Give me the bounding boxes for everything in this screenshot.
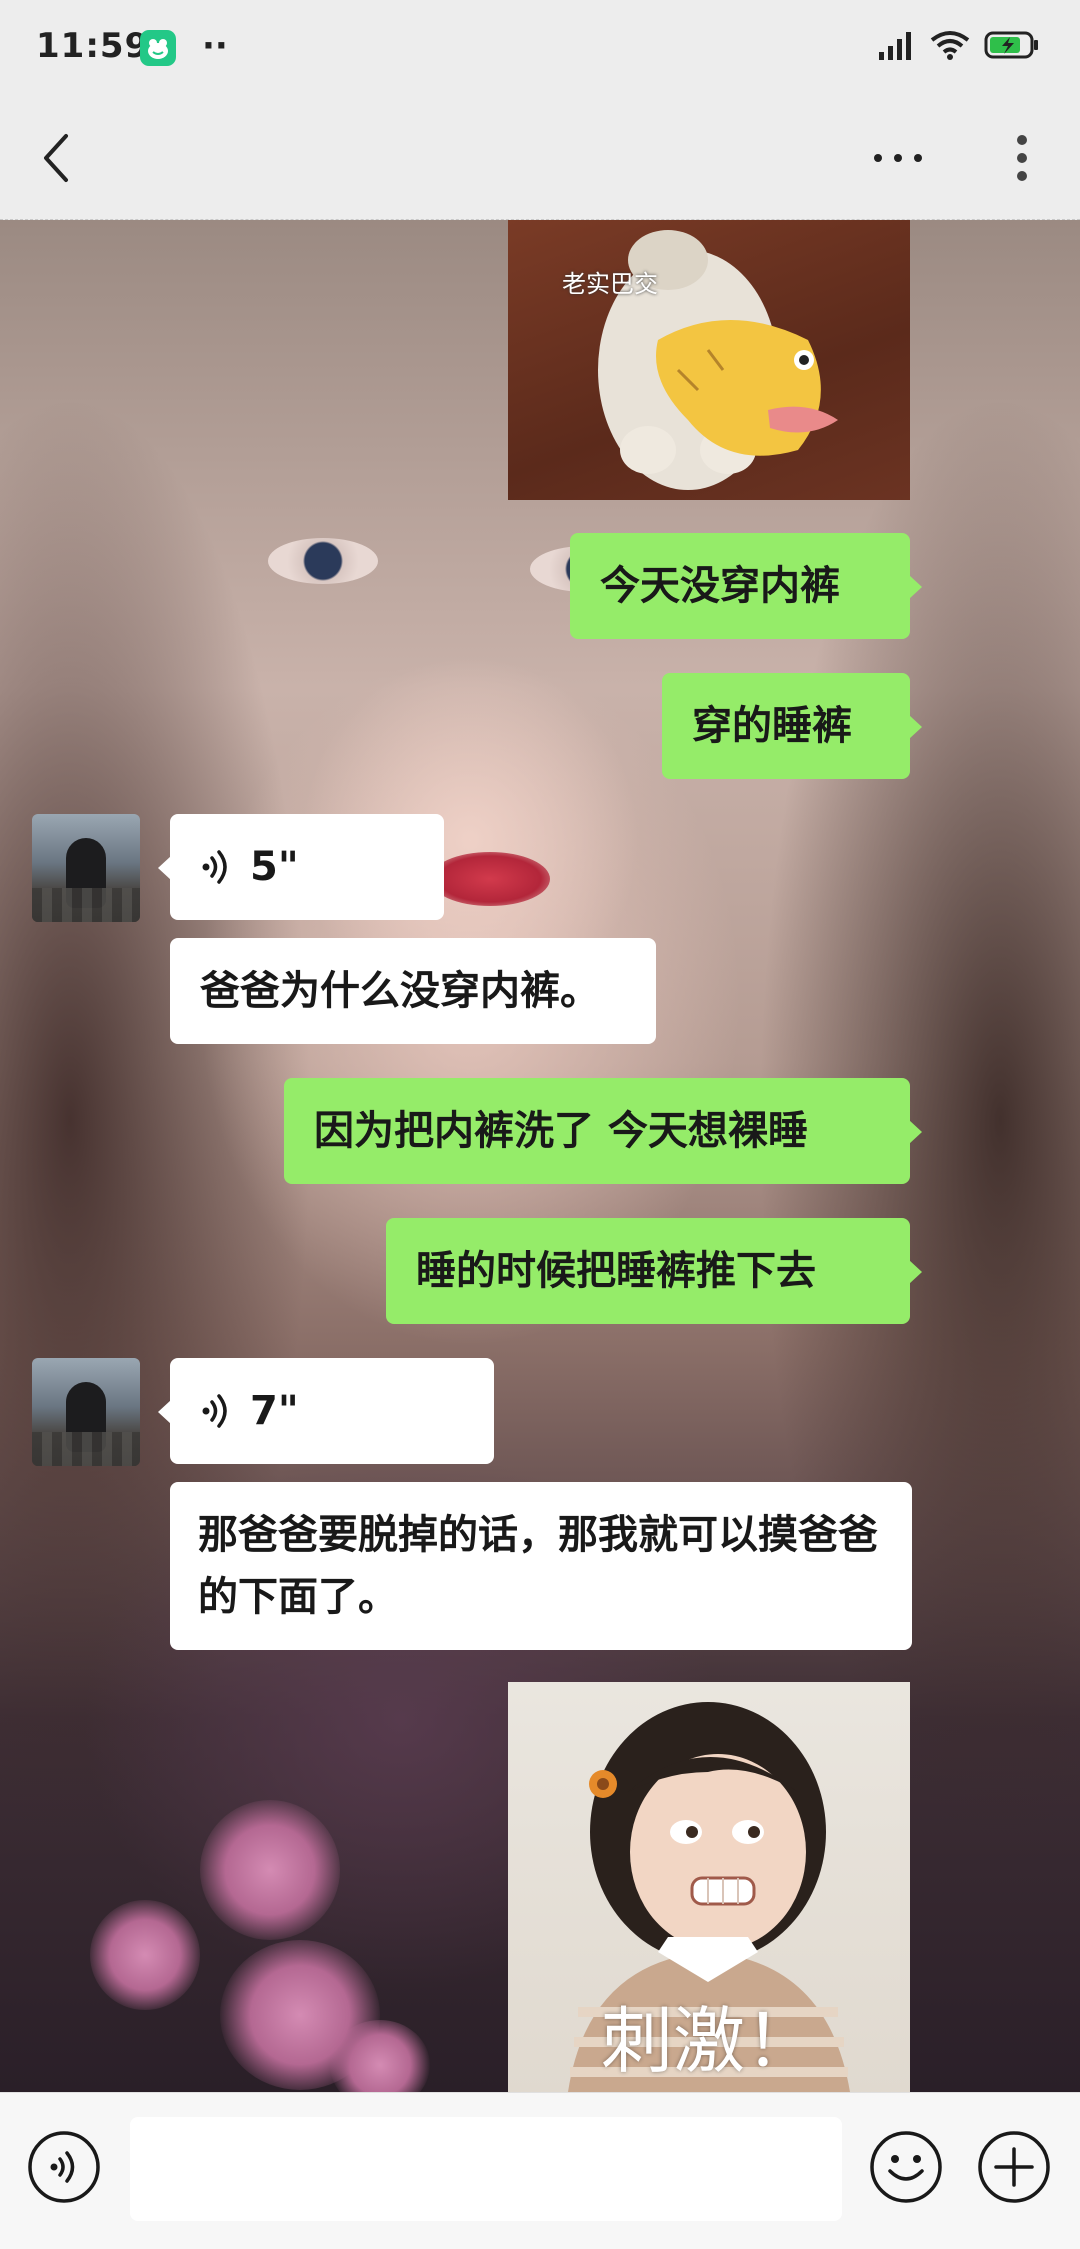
chevron-left-icon <box>44 134 68 182</box>
contact-avatar[interactable] <box>32 1358 140 1466</box>
wallpaper-flower <box>200 1800 340 1940</box>
voice-duration: 7" <box>250 1388 299 1434</box>
status-icons <box>878 30 1040 60</box>
chat-title-bar <box>0 96 1080 220</box>
message-text: 因为把内裤洗了 今天想裸睡 <box>314 1108 808 1154</box>
more-horizontal-icon <box>874 154 922 162</box>
status-overflow-dots: ·· <box>202 26 228 66</box>
sticker-caption: 老实巴交 <box>562 270 658 298</box>
received-message-bubble[interactable]: 那爸爸要脱掉的话，那我就可以摸爸爸的下面了。 <box>170 1482 912 1650</box>
chat-area[interactable]: 老实巴交 今天没穿内裤 穿的睡裤 5" 爸爸为什么没穿内裤。 因为把内裤洗了 今… <box>0 220 1080 2092</box>
sticker-caption: 刺激！ <box>600 1999 817 2083</box>
wallpaper-flower <box>90 1900 200 2010</box>
status-time: 11:59 <box>36 26 150 66</box>
emoji-button[interactable] <box>868 2129 944 2205</box>
contact-avatar[interactable] <box>32 814 140 922</box>
wifi-icon <box>930 31 970 60</box>
sent-message-bubble[interactable]: 今天没穿内裤 <box>570 533 922 639</box>
sticker-message[interactable]: 刺激！ <box>508 1682 910 2092</box>
sent-message-bubble[interactable]: 睡的时候把睡裤推下去 <box>386 1218 922 1324</box>
message-text: 今天没穿内裤 <box>600 563 840 609</box>
frog-notification-icon <box>140 30 176 66</box>
sent-message-bubble[interactable]: 因为把内裤洗了 今天想裸睡 <box>284 1078 922 1184</box>
sticker-message[interactable]: 老实巴交 <box>508 220 910 500</box>
emoji-icon <box>870 2131 942 2203</box>
message-text: 爸爸为什么没穿内裤。 <box>200 968 600 1014</box>
voice-wave-icon <box>202 850 227 884</box>
voice-wave-icon <box>202 1394 227 1428</box>
voice-message-bubble[interactable]: 5" <box>158 814 444 920</box>
plus-circle-icon <box>978 2131 1050 2203</box>
message-text: 睡的时候把睡裤推下去 <box>416 1248 816 1294</box>
status-bar: 11:59 ·· <box>0 0 1080 96</box>
menu-button[interactable] <box>1000 126 1044 190</box>
message-input[interactable] <box>130 2117 842 2221</box>
signal-icon <box>879 32 911 60</box>
wallpaper-lips <box>430 852 550 906</box>
voice-message-bubble[interactable]: 7" <box>158 1358 494 1464</box>
received-message-bubble[interactable]: 爸爸为什么没穿内裤。 <box>170 938 656 1044</box>
more-button[interactable] <box>868 130 928 186</box>
more-vertical-icon <box>1017 135 1027 181</box>
wallpaper-eye-left <box>268 538 378 584</box>
back-button[interactable] <box>30 124 90 192</box>
voice-duration: 5" <box>250 844 299 890</box>
cat-with-banana-sticker <box>598 230 838 490</box>
battery-charging-icon <box>984 31 1038 59</box>
voice-input-icon <box>28 2131 100 2203</box>
sent-message-bubble[interactable]: 穿的睡裤 <box>662 673 922 779</box>
input-bar <box>0 2092 1080 2249</box>
message-text: 那爸爸要脱掉的话，那我就可以摸爸爸的下面了。 <box>198 1512 878 1620</box>
message-text: 穿的睡裤 <box>692 703 852 749</box>
more-functions-button[interactable] <box>976 2129 1052 2205</box>
voice-input-button[interactable] <box>26 2129 102 2205</box>
